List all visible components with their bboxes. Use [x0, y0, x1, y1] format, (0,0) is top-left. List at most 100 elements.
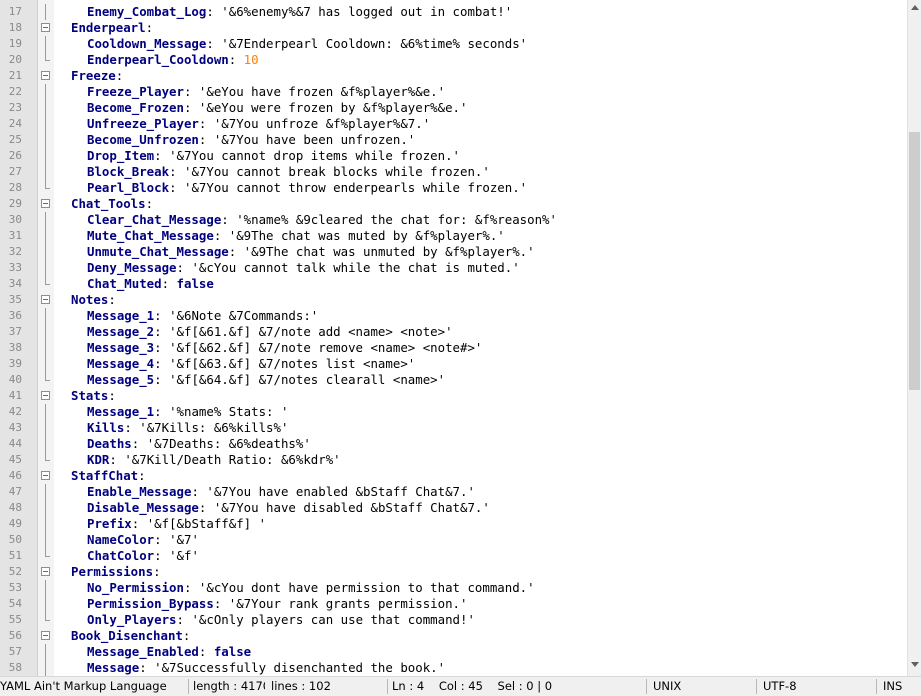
yaml-key: Permissions [71, 564, 154, 579]
code-line[interactable]: 20 Enderpearl_Cooldown: 10 [0, 52, 907, 68]
code-text: Mute_Chat_Message: '&9The chat was muted… [55, 228, 505, 244]
yaml-key: Message_1 [87, 404, 155, 419]
fold-guide-icon [41, 500, 50, 516]
yaml-string-value: '%name% Stats: ' [169, 404, 289, 419]
line-number: 42 [8, 405, 22, 418]
yaml-separator: : [213, 228, 229, 243]
yaml-string-value: '&7Successfully disenchanted the book.' [154, 660, 446, 675]
code-line[interactable]: 52 Permissions: [0, 564, 907, 580]
fold-guide-icon [41, 308, 50, 324]
code-line[interactable]: 19 Cooldown_Message: '&7Enderpearl Cooldo… [0, 36, 907, 52]
fold-toggle-icon[interactable] [41, 471, 50, 480]
code-line[interactable]: 18 Enderpearl: [0, 20, 907, 36]
code-line[interactable]: 30 Clear_Chat_Message: '%name% &9cleared … [0, 212, 907, 228]
yaml-key: Clear_Chat_Message [87, 212, 222, 227]
code-line[interactable]: 41 Stats: [0, 388, 907, 404]
yaml-key: Deny_Message [87, 260, 177, 275]
yaml-separator: : [213, 596, 229, 611]
scroll-down-button[interactable] [908, 656, 921, 672]
code-line[interactable]: 28 Pearl_Block: '&7You cannot throw ender… [0, 180, 907, 196]
code-line[interactable]: 43 Kills: '&7Kills: &6%kills%' [0, 420, 907, 436]
yaml-separator: : [198, 116, 214, 131]
code-line[interactable]: 54 Permission_Bypass: '&7Your rank grants… [0, 596, 907, 612]
yaml-string-value: '&f[&63.&f] &7/notes list <name>' [169, 356, 416, 371]
fold-toggle-icon[interactable] [41, 391, 50, 400]
scroll-up-button[interactable] [908, 0, 921, 16]
line-number: 22 [8, 85, 22, 98]
code-line[interactable]: 23 Become_Frozen: '&eYou were frozen by &… [0, 100, 907, 116]
code-line[interactable]: 51 ChatColor: '&f' [0, 548, 907, 564]
code-line[interactable]: 57 Message_Enabled: false [0, 644, 907, 660]
code-line[interactable]: 45 KDR: '&7Kill/Death Ratio: &6%kdr%' [0, 452, 907, 468]
yaml-key: Message_5 [87, 372, 155, 387]
fold-toggle-icon[interactable] [41, 295, 50, 304]
status-divider [188, 679, 189, 694]
fold-toggle-icon[interactable] [41, 567, 50, 576]
code-lines: 17 Enemy_Combat_Log: '&6%enemy%&7 has log… [0, 4, 907, 676]
line-number: 51 [8, 549, 22, 562]
code-line[interactable]: 49 Prefix: '&f[&bStaff&f] ' [0, 516, 907, 532]
code-line[interactable]: 39 Message_4: '&f[&63.&f] &7/notes list <… [0, 356, 907, 372]
code-line[interactable]: 53 No_Permission: '&cYou dont have permis… [0, 580, 907, 596]
code-line[interactable]: 46 StaffChat: [0, 468, 907, 484]
code-line[interactable]: 25 Become_Unfrozen: '&7You have been unfr… [0, 132, 907, 148]
code-line[interactable]: 36 Message_1: '&6Note &7Commands:' [0, 308, 907, 324]
yaml-string-value: '&f[&64.&f] &7/notes clearall <name>' [169, 372, 446, 387]
code-line[interactable]: 47 Enable_Message: '&7You have enabled &b… [0, 484, 907, 500]
code-line[interactable]: 35 Notes: [0, 292, 907, 308]
scrollbar-thumb[interactable] [909, 131, 920, 390]
code-editor[interactable]: 17 Enemy_Combat_Log: '&6%enemy%&7 has log… [0, 0, 921, 676]
code-line[interactable]: 32 Unmute_Chat_Message: '&9The chat was u… [0, 244, 907, 260]
vertical-scrollbar[interactable] [907, 0, 921, 676]
code-text: Message_1: '&6Note &7Commands:' [55, 308, 318, 324]
line-number: 24 [8, 117, 22, 130]
fold-guide-icon [41, 404, 50, 420]
code-line[interactable]: 44 Deaths: '&7Deaths: &6%deaths%' [0, 436, 907, 452]
fold-toggle-icon[interactable] [41, 71, 50, 80]
code-line[interactable]: 34 Chat_Muted: false [0, 276, 907, 292]
fold-guide-icon [41, 260, 50, 276]
fold-guide-icon [41, 372, 50, 384]
yaml-key: Disable_Message [87, 500, 199, 515]
code-text: Message_1: '%name% Stats: ' [55, 404, 288, 420]
fold-toggle-icon[interactable] [41, 631, 50, 640]
yaml-key: Become_Frozen [87, 100, 184, 115]
code-line[interactable]: 33 Deny_Message: '&cYou cannot talk while… [0, 260, 907, 276]
fold-guide-icon [41, 36, 50, 52]
code-line[interactable]: 26 Drop_Item: '&7You cannot drop items wh… [0, 148, 907, 164]
fold-toggle-icon[interactable] [41, 199, 50, 208]
fold-toggle-icon[interactable] [41, 23, 50, 32]
code-line[interactable]: 48 Disable_Message: '&7You have disabled … [0, 500, 907, 516]
code-line[interactable]: 22 Freeze_Player: '&eYou have frozen &f%p… [0, 84, 907, 100]
code-line[interactable]: 27 Block_Break: '&7You cannot break block… [0, 164, 907, 180]
code-line[interactable]: 17 Enemy_Combat_Log: '&6%enemy%&7 has log… [0, 4, 907, 20]
code-line[interactable]: 56 Book_Disenchant: [0, 628, 907, 644]
code-line[interactable]: 38 Message_3: '&f[&62.&f] &7/note remove … [0, 340, 907, 356]
fold-guide-icon [41, 4, 50, 20]
code-line[interactable]: 31 Mute_Chat_Message: '&9The chat was mut… [0, 228, 907, 244]
code-line[interactable]: 58 Message: '&7Successfully disenchanted … [0, 660, 907, 676]
yaml-key: Permission_Bypass [87, 596, 214, 611]
fold-guide-icon [41, 212, 50, 228]
code-line[interactable]: 40 Message_5: '&f[&64.&f] &7/notes cleara… [0, 372, 907, 388]
status-insert-mode: INS [883, 679, 903, 693]
code-line[interactable]: 42 Message_1: '%name% Stats: ' [0, 404, 907, 420]
yaml-key: Unfreeze_Player [87, 116, 199, 131]
yaml-string-value: '&7You cannot break blocks while frozen.… [183, 164, 490, 179]
yaml-string-value: '&7You unfroze &f%player%&7.' [213, 116, 431, 131]
yaml-string-value: '&6%enemy%&7 has logged out in combat!' [221, 4, 513, 19]
fold-guide-icon [41, 436, 50, 452]
status-cursor-position: Ln : 4 Col : 45 Sel : 0 | 0 [392, 679, 553, 693]
code-text: Kills: '&7Kills: &6%kills%' [55, 420, 288, 436]
code-line[interactable]: 37 Message_2: '&f[&61.&f] &7/note add <na… [0, 324, 907, 340]
yaml-separator: : [115, 68, 124, 83]
code-line[interactable]: 21 Freeze: [0, 68, 907, 84]
yaml-separator: : [198, 132, 214, 147]
line-number: 31 [8, 229, 22, 242]
code-line[interactable]: 50 NameColor: '&7' [0, 532, 907, 548]
code-line[interactable]: 55 Only_Players: '&cOnly players can use … [0, 612, 907, 628]
code-line[interactable]: 24 Unfreeze_Player: '&7You unfroze &f%pla… [0, 116, 907, 132]
code-line[interactable]: 29 Chat_Tools: [0, 196, 907, 212]
line-number: 54 [8, 597, 22, 610]
yaml-key: KDR [87, 452, 110, 467]
